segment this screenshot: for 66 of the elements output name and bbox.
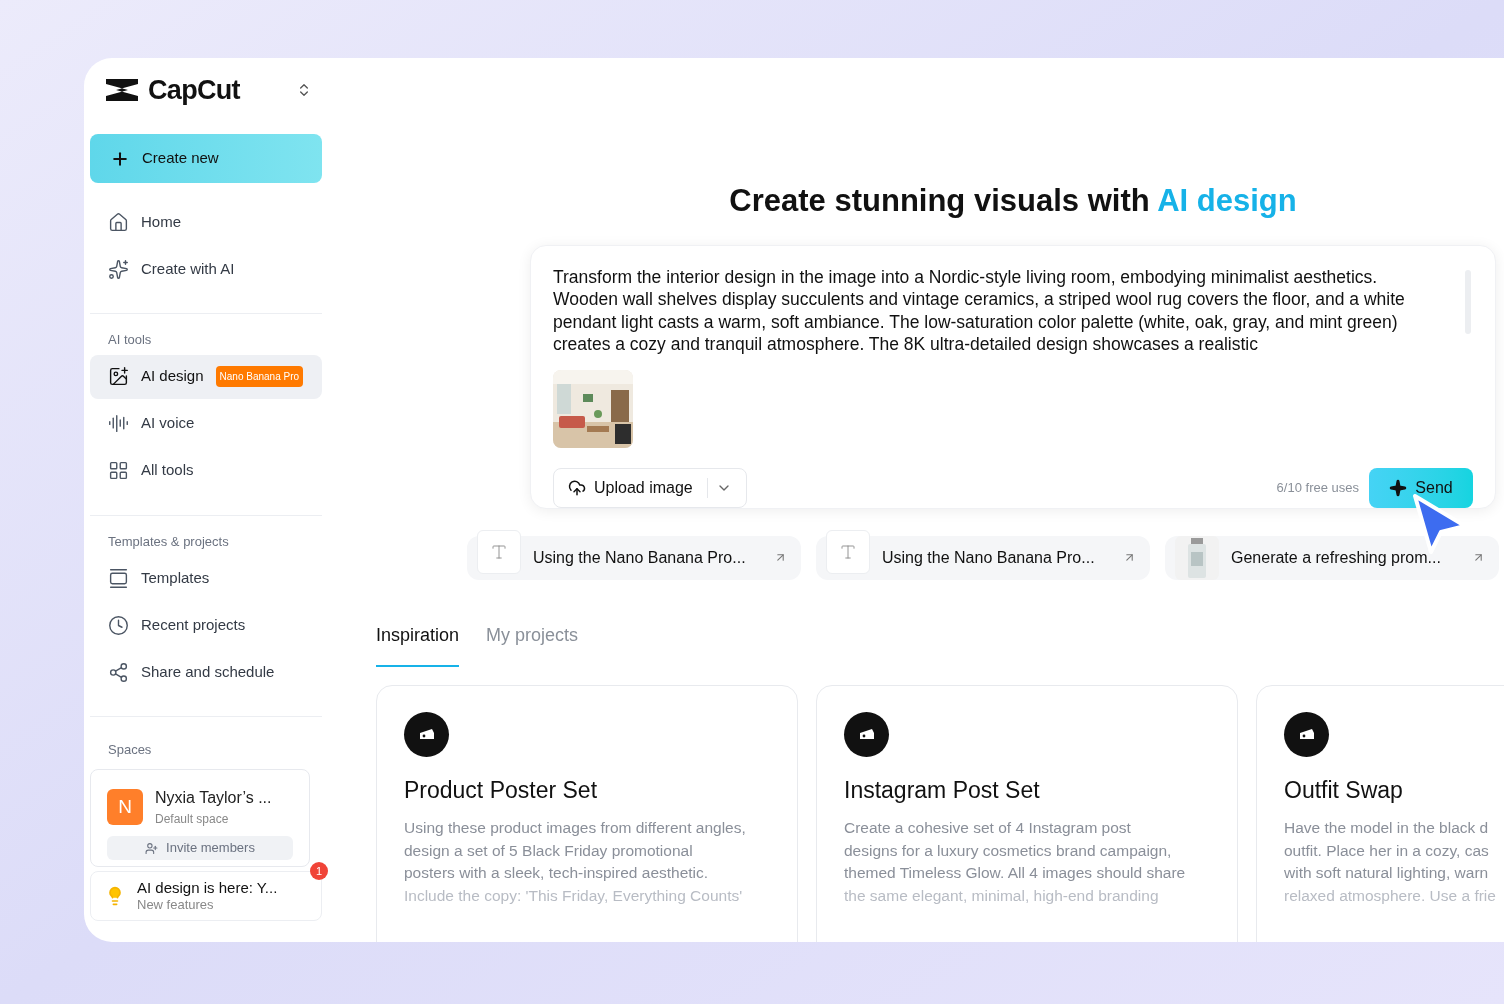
- create-new-button[interactable]: Create new: [90, 134, 322, 183]
- add-user-icon: [145, 841, 159, 855]
- nav-item[interactable]: Home: [90, 200, 322, 244]
- invite-members-button[interactable]: Invite members: [107, 836, 293, 860]
- cloud-upload-icon: [568, 478, 586, 497]
- templates-icon: [108, 567, 129, 589]
- suggestion-chip[interactable]: Generate a refreshing prom...: [1165, 535, 1499, 580]
- card-title: Instagram Post Set: [844, 775, 1041, 805]
- upload-image-button[interactable]: Upload image: [553, 467, 747, 508]
- badge: Nano Banana Pro: [215, 366, 304, 387]
- send-button[interactable]: Send: [1369, 467, 1473, 508]
- card-description: Create a cohesive set of 4 Instagram post designs for a luxury cosmetics brand campaign, themed Timeless Glow. All 4 images should share the same elegant, minimal, high-end branding: [844, 818, 1187, 906]
- card-description: Using these product images from different angles, design a set of 5 Black Friday promotional posters with a sleek, tech-inspired aesthetic. Include the copy: 'This Friday, Everything Counts': [404, 818, 747, 906]
- clock-icon: [108, 614, 129, 636]
- space-card[interactable]: N Nyxia Taylor’s ... Default space Invite members: [90, 769, 310, 867]
- nav-label: Recent projects: [141, 614, 246, 635]
- space-name: Nyxia Taylor’s ...: [155, 788, 272, 808]
- notification-title: AI design is here: Y...: [137, 878, 278, 898]
- nav-label: Create with AI: [141, 258, 235, 279]
- nav-item[interactable]: Create with AI: [90, 247, 322, 291]
- section-title: Spaces: [107, 742, 153, 757]
- card-title: Product Poster Set: [404, 775, 599, 805]
- brand-name: CapCut: [148, 73, 240, 107]
- suggestion-text: Using the Nano Banana Pro...: [882, 547, 1096, 568]
- nav-item[interactable]: AI design Nano Banana Pro: [90, 354, 322, 399]
- logo-icon: [104, 76, 140, 104]
- nav-item[interactable]: All tools: [90, 448, 322, 493]
- text-icon: [826, 529, 870, 574]
- card-title: Outfit Swap: [1284, 775, 1404, 805]
- space-subtitle: Default space: [155, 811, 230, 828]
- nav-item[interactable]: Share and schedule: [90, 650, 322, 694]
- grid-icon: [108, 460, 129, 481]
- arrow-up-right-icon: [774, 551, 787, 564]
- page-heading: Create stunning visuals with AI design: [728, 182, 1298, 220]
- prompt-text[interactable]: Transform the interior design in the image into a Nordic-style living room, embodying minimalist aesthetics. Wooden wall shelves display succulents and vintage ceramics, a striped wool rug covers the floor, and a white pendant light casts a warm, soft ambiance. The low-saturation color palette (white, oak, gray, and mint green) creates a cozy and tranquil atmosphere. The 8K ultra-detailed design showcases a realistic: [553, 265, 1443, 356]
- nav-item[interactable]: AI voice: [90, 401, 322, 446]
- suggestion-text: Using the Nano Banana Pro...: [533, 547, 747, 568]
- arrow-up-right-icon: [1123, 551, 1136, 564]
- nav-label: AI design: [141, 366, 204, 387]
- nav-label: All tools: [141, 460, 194, 481]
- card-description: Have the model in the black d outfit. Place her in a cozy, cas with soft natural lighting, warn relaxed atmosphere. Use a frie: [1284, 818, 1497, 906]
- home-icon: [108, 211, 129, 233]
- inspiration-card[interactable]: Outfit Swap Have the model in the black d outfit. Place her in a cozy, cas with soft natural lighting, warn relaxed atmosphere. Use a frie: [1256, 684, 1504, 942]
- nav-label: Templates: [141, 567, 210, 588]
- free-uses: 6/10 free uses: [1276, 478, 1359, 497]
- nav-item[interactable]: Recent projects: [90, 603, 322, 647]
- inspiration-card[interactable]: Instagram Post Set Create a cohesive set of 4 Instagram post designs for a luxury cosmetics brand campaign, themed Timeless Glow. All 4 images should share the same elegant, minimal, high-end branding: [816, 684, 1238, 942]
- sound-wave-icon: [108, 413, 129, 434]
- suggestion-text: Generate a refreshing prom...: [1231, 547, 1442, 568]
- tab[interactable]: Inspiration: [376, 621, 460, 667]
- notification-count: 1: [310, 862, 328, 880]
- nav-label: Home: [141, 211, 181, 232]
- share-icon: [108, 661, 129, 683]
- sparkle-icon: [1389, 478, 1408, 497]
- arrow-up-right-icon: [1472, 551, 1485, 564]
- image-plus-icon: [108, 366, 129, 387]
- section-title: AI tools: [107, 331, 153, 349]
- inspiration-card[interactable]: [376, 684, 798, 942]
- text-icon: [477, 529, 521, 574]
- sparkle-icon: [108, 258, 129, 280]
- nav-item[interactable]: Templates: [90, 556, 322, 600]
- notification-subtitle: New features: [137, 897, 215, 914]
- section-title: Templates & projects: [107, 532, 230, 551]
- nav-label: Share and schedule: [141, 661, 275, 682]
- nav-label: AI voice: [141, 413, 195, 434]
- space-avatar: N: [107, 789, 143, 825]
